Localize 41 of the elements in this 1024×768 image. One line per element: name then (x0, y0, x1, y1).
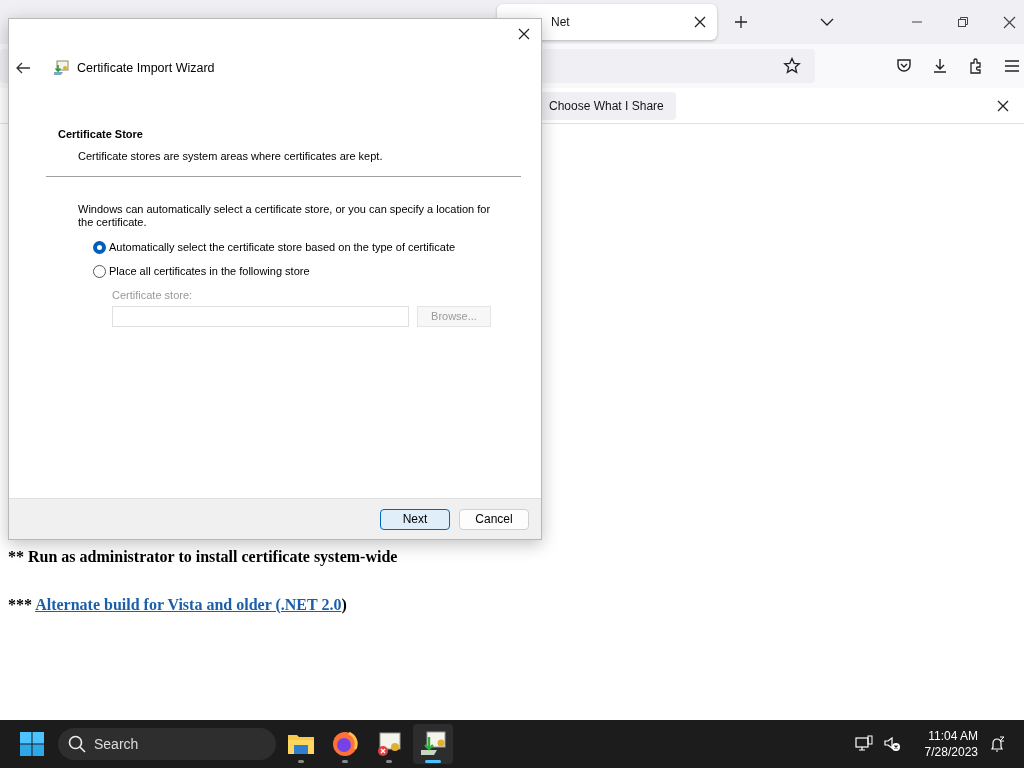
field-label: Certificate store: (112, 288, 194, 303)
close-icon[interactable] (693, 15, 707, 29)
pocket-icon[interactable] (895, 57, 913, 75)
cancel-button[interactable]: Cancel (459, 508, 529, 530)
taskbar-app[interactable] (413, 724, 453, 764)
back-arrow-icon[interactable] (15, 61, 31, 75)
muted-speaker-icon[interactable] (882, 735, 901, 753)
plus-icon[interactable] (734, 15, 748, 29)
dialog-title: Certificate Import Wizard (77, 59, 215, 77)
certificate-icon[interactable] (419, 730, 447, 758)
browser-icon[interactable] (331, 730, 359, 758)
download-link[interactable]: Alternate build for Vista and older (.NET 2.0 (35, 596, 342, 613)
restore-icon[interactable] (957, 16, 969, 28)
close-icon[interactable] (518, 28, 530, 40)
start-icon[interactable] (20, 732, 44, 756)
asterisks-text: *** (8, 596, 32, 613)
paren-text: ) (341, 596, 347, 613)
close-icon[interactable] (996, 98, 1010, 113)
clock-date[interactable]: 7/28/2023 (924, 744, 978, 761)
section-description: Certificate stores are system areas where certificates are kept. (78, 148, 384, 164)
star-icon[interactable] (783, 57, 801, 75)
menu-icon[interactable] (1003, 57, 1021, 75)
radio-button[interactable] (93, 240, 106, 254)
download-icon[interactable] (931, 57, 949, 75)
search-field[interactable]: Search (58, 728, 276, 760)
clock-time[interactable]: 11:04 AM (924, 727, 978, 744)
next-button[interactable]: Next (380, 508, 450, 530)
radio-label[interactable]: Place all certificates in the following store (109, 262, 310, 280)
choose-share-button[interactable]: Choose What I Share (541, 91, 676, 120)
search-icon (68, 735, 86, 753)
network-icon[interactable] (854, 735, 873, 753)
close-icon[interactable] (1003, 15, 1016, 29)
radio-button[interactable] (93, 264, 106, 278)
intro-text: Windows can automatically select a certificate store, or you can specify a location for the certificate. (78, 203, 492, 229)
bell-icon[interactable] (988, 735, 1006, 753)
certificate-icon[interactable] (375, 730, 403, 758)
search-placeholder: Search (94, 734, 139, 754)
certificate-icon (53, 60, 69, 76)
note-text: ** Run as administrator to install certificate system-wide (8, 547, 399, 568)
section-heading: Certificate Store (58, 127, 144, 142)
radio-label[interactable]: Automatically select the certificate store based on the type of certificate (109, 238, 456, 256)
